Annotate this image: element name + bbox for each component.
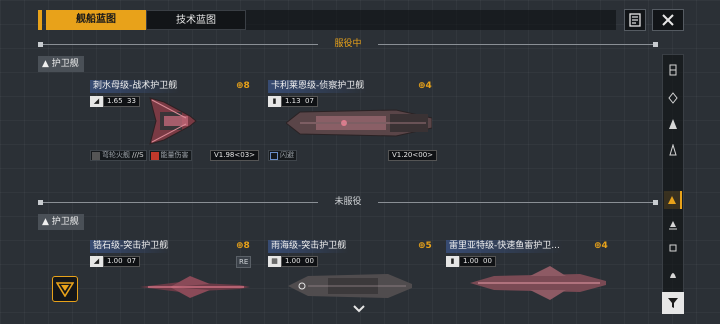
document-button[interactable]: [624, 9, 646, 31]
faction-emblem-button[interactable]: [52, 276, 78, 302]
energy-damage-icon: [150, 151, 159, 160]
ship-cost: ⊕8: [236, 81, 250, 91]
filter-icon: [668, 298, 678, 308]
ship-title: 雷里亚特级-快速鱼雷护卫...: [446, 240, 563, 253]
tab-ship-blueprints[interactable]: 舰船蓝图: [46, 10, 146, 30]
category-label-frigate[interactable]: ▲ 护卫舰: [38, 56, 84, 72]
emblem-icon: [56, 282, 74, 297]
ship-version: V1.20<00>: [388, 150, 438, 161]
sort-filter-button[interactable]: [662, 292, 684, 314]
ship-cost: ⊕8: [236, 241, 250, 251]
ship-title: 刺水母级-战术护卫舰: [90, 80, 181, 93]
section-title-in-service: 服役中: [334, 39, 362, 49]
filter-destroyer[interactable]: [664, 141, 682, 159]
level-icon: ◢: [90, 256, 103, 267]
filter-corvette[interactable]: [664, 215, 682, 233]
filter-cruiser[interactable]: [664, 115, 682, 133]
tab-marker: [38, 10, 42, 30]
section-divider-in-service: 服役中: [38, 38, 658, 50]
evasion-icon: [270, 151, 278, 160]
level-icon: ◢: [90, 96, 103, 107]
battleship-icon: [668, 92, 678, 104]
ship-level: ◢ 1.65 33: [90, 96, 140, 107]
carrier-icon: [669, 64, 677, 76]
ship-title: 卡利莱恩级-侦察护卫舰: [268, 80, 368, 93]
section-divider-not-in-service: 未服役: [38, 196, 658, 208]
tab-strip: [246, 10, 616, 30]
fighter-icon: [670, 273, 676, 278]
filter-battleship[interactable]: [664, 89, 682, 107]
level-icon: ▮: [446, 256, 459, 267]
ship-card[interactable]: 雨海级-突击护卫舰 ⊕5 ▦ 1.00 00: [268, 240, 432, 324]
close-button[interactable]: [652, 9, 684, 31]
ship-image: [470, 266, 606, 300]
tab-tech-blueprints[interactable]: 技术蓝图: [146, 10, 246, 30]
ship-version: V1.98<03>: [210, 150, 260, 161]
close-icon: [662, 14, 674, 26]
destroyer-icon: [669, 144, 677, 156]
auxiliary-icon: [669, 244, 677, 252]
ship-perks: 闪避: [268, 150, 297, 161]
ship-title: 锆石级-突击护卫舰: [90, 240, 172, 253]
ship-cost: ⊕4: [418, 81, 432, 91]
ship-card[interactable]: 锆石级-突击护卫舰 ⊕8 ◢ 1.00 07 RE: [90, 240, 270, 324]
ship-card[interactable]: 雷里亚特级-快速鱼雷护卫... ⊕4 ▮ 1.00 00: [446, 240, 616, 324]
re-tag: RE: [236, 256, 252, 268]
filter-frigate[interactable]: [664, 191, 682, 209]
top-bar: 舰船蓝图 技术蓝图: [0, 0, 720, 40]
corvette-icon: [669, 221, 677, 230]
ship-card[interactable]: 卡利莱恩级-侦察护卫舰 ⊕4 ▮ 1.13 07 闪避 V1.20<00>: [268, 80, 438, 164]
ship-level: ◢ 1.00 07: [90, 256, 140, 267]
ship-image: [149, 97, 197, 145]
document-icon: [629, 13, 641, 27]
filter-auxiliary[interactable]: [664, 239, 682, 257]
weapon-icon: [92, 151, 100, 160]
filter-carrier[interactable]: [664, 61, 682, 79]
section-title-not-in-service: 未服役: [334, 197, 362, 207]
level-icon: ▦: [268, 256, 281, 267]
level-icon: ▮: [268, 96, 281, 107]
perk-tag: 弯轮火舰///S: [90, 150, 147, 161]
frigate-icon: [668, 196, 676, 204]
filter-fighter[interactable]: [664, 265, 682, 283]
cruiser-icon: [669, 119, 677, 129]
perk-tag: 闪避: [268, 150, 297, 161]
ship-card[interactable]: 刺水母级-战术护卫舰 ⊕8 ◢ 1.65 33 弯轮火舰///S 能量伤害 V1…: [90, 80, 270, 164]
ship-class-filter: [662, 54, 684, 314]
chevron-down-icon[interactable]: [352, 304, 366, 314]
ship-image: [140, 276, 250, 298]
ship-image: [286, 109, 432, 137]
ship-cost: ⊕5: [418, 241, 432, 251]
ship-cost: ⊕4: [594, 241, 608, 251]
ship-image: [288, 274, 412, 298]
category-label-frigate[interactable]: ▲ 护卫舰: [38, 214, 84, 230]
ship-level: ▦ 1.00 00: [268, 256, 318, 267]
perk-tag: 能量伤害: [148, 150, 192, 161]
ship-title: 雨海级-突击护卫舰: [268, 240, 350, 253]
ship-perks: 弯轮火舰///S 能量伤害: [90, 150, 192, 161]
